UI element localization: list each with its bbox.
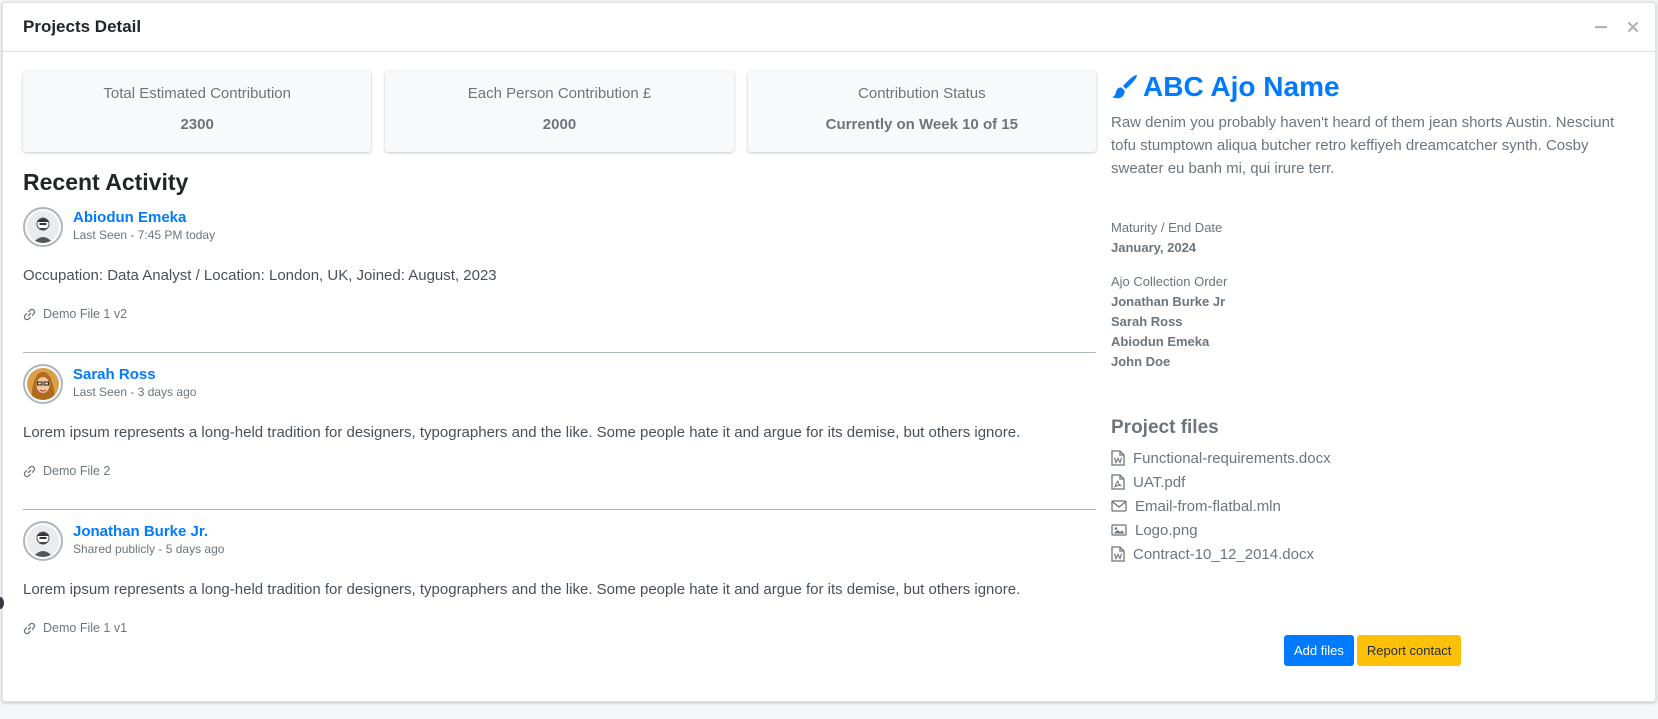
envelope-icon [1111,500,1127,512]
user-avatar-image [27,211,59,243]
project-file-item[interactable]: Contract-10_12_2014.docx [1111,542,1641,566]
card-title: Projects Detail [23,17,142,36]
close-icon[interactable] [1623,17,1643,37]
post-user: Sarah Ross Last Seen - 3 days ago [73,364,196,399]
project-title: ABC Ajo Name [1111,71,1641,103]
post-file-link[interactable]: Demo File 1 v2 [23,307,1096,321]
avatar [23,364,63,404]
activity-post: Sarah Ross Last Seen - 3 days ago Lorem … [23,364,1096,510]
avatar [23,521,63,561]
collection-order-item: Jonathan Burke Jr [1111,294,1226,309]
link-icon [23,308,36,320]
link-icon [23,465,36,477]
paint-brush-icon [1112,75,1137,99]
post-text: Occupation: Data Analyst / Location: Lon… [23,267,497,284]
link-icon [23,622,36,634]
maturity-label: Maturity / End Date [1111,220,1223,235]
maturity-value: January, 2024 [1111,240,1197,255]
stat-label: Each Person Contribution £ [467,85,652,102]
stat-value: 2300 [180,116,214,133]
word-file-icon [1111,546,1125,562]
post-meta: Last Seen - 3 days ago [73,385,197,399]
image-file-icon [1111,524,1127,536]
post-header: Sarah Ross Last Seen - 3 days ago [23,364,1096,404]
stat-contribution-status: Contribution Status Currently on Week 10… [747,71,1096,152]
collection-order-item: Sarah Ross [1111,314,1183,329]
post-user: Abiodun Emeka Last Seen - 7:45 PM today [73,207,215,242]
activity-post: Abiodun Emeka Last Seen - 7:45 PM today … [23,207,1096,353]
recent-activity-title: Recent Activity [23,169,189,195]
project-name: ABC Ajo Name [1143,71,1340,102]
card-tools [1591,17,1643,37]
report-contact-button[interactable]: Report contact [1356,635,1462,666]
post-meta: Shared publicly - 5 days ago [73,542,225,556]
stat-value: 2000 [542,116,577,133]
project-description: Raw denim you probably haven't heard of … [1111,114,1615,177]
stat-each-person-contribution: Each Person Contribution £ 2000 [385,71,734,152]
add-files-button[interactable]: Add files [1284,635,1354,666]
project-files-title: Project files [1111,417,1219,438]
project-file-name: Functional-requirements.docx [1133,449,1331,467]
username-link[interactable]: Jonathan Burke Jr. [73,523,224,540]
post-header: Jonathan Burke Jr. Shared publicly - 5 d… [23,521,1096,561]
stat-label: Contribution Status [858,85,986,102]
post-meta: Last Seen - 7:45 PM today [73,228,216,242]
project-file-item[interactable]: Logo.png [1111,518,1641,542]
projects-detail-card: Projects Detail Total Estimated Contribu… [2,2,1656,702]
collection-order-item: Abiodun Emeka [1111,334,1210,349]
activity-post: Jonathan Burke Jr. Shared publicly - 5 d… [23,521,1096,635]
post-text: Lorem ipsum represents a long-held tradi… [23,581,1021,598]
post-user: Jonathan Burke Jr. Shared publicly - 5 d… [73,521,224,556]
user-avatar-image [27,525,59,557]
project-file-name: Contract-10_12_2014.docx [1133,545,1314,563]
project-file-name: Email-from-flatbal.mln [1135,497,1281,515]
main-column: Total Estimated Contribution 2300 Each P… [23,71,1096,635]
post-text: Lorem ipsum represents a long-held tradi… [23,424,1021,441]
project-actions: Add files Report contact [1284,635,1462,666]
collection-order-block: Ajo Collection Order Jonathan Burke Jr S… [1111,274,1641,372]
maturity-block: Maturity / End Date January, 2024 [1111,220,1641,258]
stat-total-contribution: Total Estimated Contribution 2300 [23,71,372,152]
project-files-list: Functional-requirements.docx UAT.pdf Ema… [1111,446,1641,566]
project-file-item[interactable]: UAT.pdf [1111,470,1641,494]
project-sidebar: ABC Ajo Name Raw denim you probably have… [1111,71,1641,566]
username-link[interactable]: Sarah Ross [73,366,196,383]
post-file-link-label: Demo File 2 [43,464,111,478]
username-link[interactable]: Abiodun Emeka [73,209,215,226]
post-file-link[interactable]: Demo File 2 [23,464,1096,478]
project-file-item[interactable]: Email-from-flatbal.mln [1111,494,1641,518]
post-divider [23,352,1096,353]
stats-row: Total Estimated Contribution 2300 Each P… [23,71,1096,152]
project-file-name: UAT.pdf [1133,473,1186,491]
user-avatar-image [27,368,59,400]
post-file-link-label: Demo File 1 v2 [43,307,128,321]
post-header: Abiodun Emeka Last Seen - 7:45 PM today [23,207,1096,247]
minimize-icon[interactable] [1591,17,1611,37]
pdf-file-icon [1111,474,1125,490]
avatar [23,207,63,247]
stat-label: Total Estimated Contribution [103,85,291,102]
collection-order-item: John Doe [1111,354,1171,369]
post-file-link[interactable]: Demo File 1 v1 [23,621,1096,635]
collection-order-label: Ajo Collection Order [1111,274,1228,289]
stat-value: Currently on Week 10 of 15 [825,116,1018,133]
post-divider [23,509,1096,510]
project-file-item[interactable]: Functional-requirements.docx [1111,446,1641,470]
post-file-link-label: Demo File 1 v1 [43,621,128,635]
card-header: Projects Detail [3,3,1655,52]
word-file-icon [1111,450,1125,466]
project-file-name: Logo.png [1135,521,1198,539]
